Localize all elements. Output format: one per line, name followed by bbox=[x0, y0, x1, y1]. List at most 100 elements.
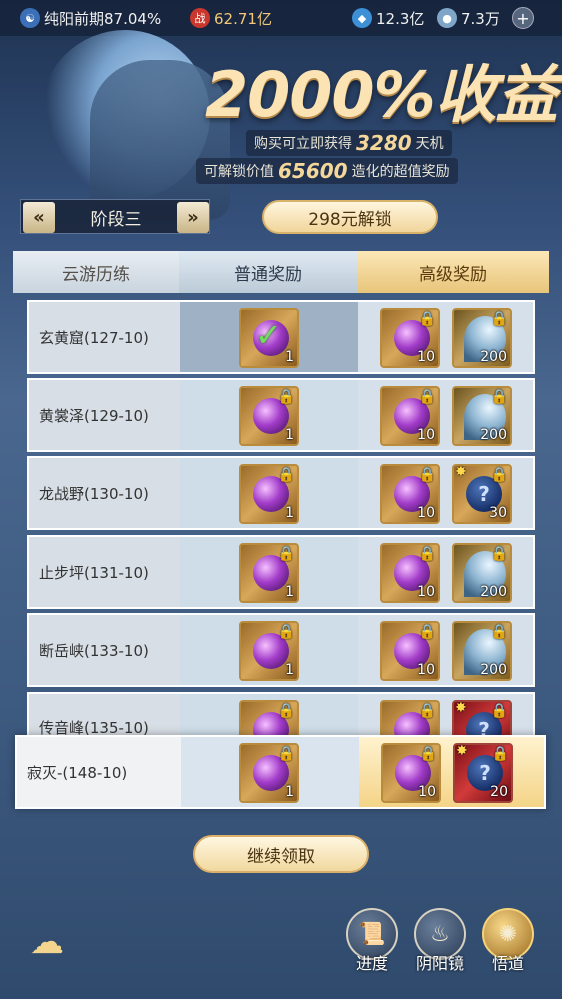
item-count: 1 bbox=[285, 584, 294, 600]
item-count: 200 bbox=[480, 584, 507, 600]
realm-text: 纯阳前期87.04% bbox=[44, 9, 162, 28]
item-count: 10 bbox=[417, 584, 435, 600]
lock-icon: 🔒 bbox=[490, 311, 508, 327]
currency-jade[interactable]: ◆ 12.3亿 bbox=[352, 5, 424, 31]
lock-icon: 🔒 bbox=[418, 546, 436, 562]
reward-item-claw[interactable]: 🔒 200 bbox=[452, 543, 512, 603]
normal-reward-cell: 🔒 1 bbox=[180, 615, 358, 685]
reward-item-orb[interactable]: 🔒 10 bbox=[380, 464, 440, 524]
premium-reward-cell: 🔒 ? ✸ 🔒 bbox=[358, 694, 533, 740]
nav-progress-label: 进度 bbox=[355, 954, 388, 973]
row-name: 传音峰(135-10) bbox=[29, 694, 180, 740]
row-name: 断岳峡(133-10) bbox=[29, 615, 180, 685]
reward-item-orb[interactable]: 🔒 1 bbox=[239, 543, 299, 603]
premium-reward-cell: 🔒 10 ? ✸ 🔒 20 bbox=[359, 737, 544, 807]
row-name: 寂灭-(148-10) bbox=[17, 737, 181, 807]
row-name: 玄黄窟(127-10) bbox=[29, 302, 180, 372]
continue-claim-button[interactable]: 继续领取 bbox=[193, 835, 369, 873]
reward-item-orb[interactable]: 🔒 10 bbox=[380, 621, 440, 681]
tab-normal-reward[interactable]: 普通奖励 bbox=[179, 251, 357, 293]
reward-header: 云游历练 普通奖励 高级奖励 bbox=[13, 251, 549, 293]
reward-item-claw[interactable]: 🔒 200 bbox=[452, 308, 512, 368]
item-count: 1 bbox=[285, 662, 294, 678]
subtitle-2-number: 65600 bbox=[278, 159, 348, 183]
item-count: 1 bbox=[285, 505, 294, 521]
item-count: 1 bbox=[285, 349, 294, 365]
lock-icon: 🔒 bbox=[277, 746, 295, 762]
check-icon: ✓ bbox=[255, 316, 282, 354]
normal-reward-cell: 🔒 1 bbox=[180, 380, 358, 450]
lock-icon: 🔒 bbox=[491, 746, 509, 762]
reward-item-orb[interactable]: 🔒 10 bbox=[381, 743, 441, 803]
hero-subtitle-2: 可解锁价值 65600 造化的超值奖励 bbox=[196, 158, 458, 184]
reward-item-orb[interactable]: 🔒 1 bbox=[239, 743, 299, 803]
hero-title: 2000%收益 bbox=[205, 58, 558, 131]
lock-icon: 🔒 bbox=[490, 703, 508, 719]
reward-row: 止步坪(131-10) 🔒 1 🔒 10 🔒 200 bbox=[27, 535, 535, 609]
next-stage-button[interactable]: » bbox=[177, 202, 209, 233]
lock-icon: 🔒 bbox=[490, 467, 508, 483]
plus-icon: + bbox=[512, 7, 534, 29]
item-count: 1 bbox=[285, 427, 294, 443]
reward-item-orb[interactable]: 🔒 1 bbox=[239, 386, 299, 446]
realm-status[interactable]: ☯ 纯阳前期87.04% bbox=[20, 5, 161, 31]
item-count: 200 bbox=[480, 427, 507, 443]
tab-premium-reward[interactable]: 高级奖励 bbox=[357, 251, 549, 293]
reward-item-orb[interactable]: ✓ 1 bbox=[239, 308, 299, 368]
add-currency-button[interactable]: + bbox=[512, 5, 538, 31]
row-name: 黄裳泽(129-10) bbox=[29, 380, 180, 450]
lock-icon: 🔒 bbox=[418, 703, 436, 719]
reward-row: 龙战野(130-10) 🔒 1 🔒 10 ? ✸ 🔒 30 bbox=[27, 456, 535, 530]
currency-orb-text: 7.3万 bbox=[461, 9, 500, 28]
reward-item-orb[interactable]: 🔒 10 bbox=[380, 386, 440, 446]
subtitle-2-pre: 可解锁价值 bbox=[204, 164, 274, 180]
normal-reward-cell: ✓ 1 bbox=[180, 302, 358, 372]
nav-yinyang-mirror[interactable]: ♨ 阴阳镜 bbox=[412, 908, 468, 974]
chevron-left-icon: « bbox=[33, 207, 45, 228]
lock-icon: 🔒 bbox=[277, 703, 295, 719]
reward-row: 黄裳泽(129-10) 🔒 1 🔒 10 🔒 200 bbox=[27, 378, 535, 452]
normal-reward-cell: 🔒 bbox=[180, 694, 358, 740]
nav-enlighten-label: 悟道 bbox=[491, 954, 524, 973]
item-count: 200 bbox=[480, 349, 507, 365]
item-count: 10 bbox=[418, 784, 436, 800]
lock-icon: 🔒 bbox=[277, 546, 295, 562]
reward-item-orb[interactable]: 🔒 10 bbox=[380, 308, 440, 368]
column-header-journey: 云游历练 bbox=[13, 251, 179, 293]
reward-item-claw[interactable]: 🔒 200 bbox=[452, 621, 512, 681]
crystal-icon: ◆ bbox=[352, 8, 372, 28]
reward-item-claw[interactable]: 🔒 200 bbox=[452, 386, 512, 446]
premium-reward-cell: 🔒 10 🔒 200 bbox=[358, 380, 533, 450]
premium-reward-cell: 🔒 10 🔒 200 bbox=[358, 615, 533, 685]
lock-icon: 🔒 bbox=[490, 624, 508, 640]
subtitle-1-post: 天机 bbox=[415, 136, 444, 152]
row-name: 龙战野(130-10) bbox=[29, 458, 180, 528]
battle-icon: 战 bbox=[190, 8, 210, 28]
star-icon: ✸ bbox=[456, 743, 468, 759]
reward-item-orb[interactable]: 🔒 10 bbox=[380, 543, 440, 603]
prev-stage-button[interactable]: « bbox=[23, 202, 55, 233]
nav-progress[interactable]: 📜 进度 bbox=[344, 908, 400, 974]
lock-icon: 🔒 bbox=[490, 546, 508, 562]
cloud-back-icon[interactable]: ☁ bbox=[30, 925, 92, 959]
premium-reward-cell: 🔒 10 🔒 200 bbox=[358, 302, 533, 372]
subtitle-1-number: 3280 bbox=[356, 131, 412, 155]
reward-item-mystery[interactable]: ? ✸ 🔒 30 bbox=[452, 464, 512, 524]
normal-reward-cell: 🔒 1 bbox=[181, 737, 359, 807]
item-count: 20 bbox=[490, 784, 508, 800]
stage-label: 阶段三 bbox=[90, 210, 142, 230]
lock-icon: 🔒 bbox=[277, 467, 295, 483]
reward-row-current: 寂灭-(148-10) 🔒 1 🔒 10 ? ✸ 🔒 20 bbox=[15, 735, 546, 809]
reward-item-mystery-red[interactable]: ? ✸ 🔒 20 bbox=[453, 743, 513, 803]
reward-item-orb[interactable]: 🔒 1 bbox=[239, 621, 299, 681]
subtitle-1-pre: 购买可立即获得 bbox=[254, 136, 352, 152]
power-status[interactable]: 战 62.71亿 bbox=[190, 5, 272, 31]
nav-enlighten[interactable]: ✺ 悟道 bbox=[480, 908, 536, 974]
reward-row: 玄黄窟(127-10) ✓ 1 🔒 10 🔒 200 bbox=[27, 300, 535, 374]
unlock-button[interactable]: 298元解锁 bbox=[262, 200, 438, 234]
reward-item-orb[interactable]: 🔒 1 bbox=[239, 464, 299, 524]
lock-icon: 🔒 bbox=[418, 624, 436, 640]
item-count: 10 bbox=[417, 427, 435, 443]
reward-row: 断岳峡(133-10) 🔒 1 🔒 10 🔒 200 bbox=[27, 613, 535, 687]
currency-orb[interactable]: ● 7.3万 bbox=[437, 5, 500, 31]
